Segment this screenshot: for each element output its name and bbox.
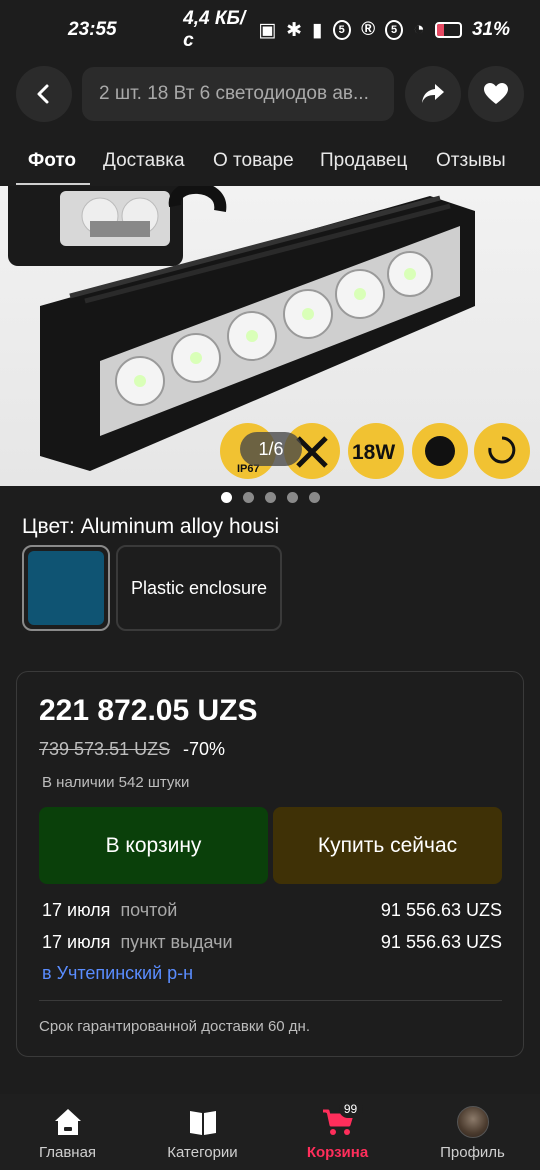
tab-about[interactable]: О товаре [213,150,294,172]
tab-delivery[interactable]: Доставка [103,150,185,172]
sim-5-alt-icon: 5 [384,20,404,40]
nfc-icon: ▣ [258,19,277,41]
nav-profile[interactable]: Профиль [405,1094,540,1170]
sim-5-icon: 5 [332,20,351,40]
color-swatch [28,551,104,625]
divider [39,1000,502,1001]
back-button[interactable] [16,66,72,122]
status-icons: 4,4 КБ/с ▣ ✱ ▮ 5 ® 5 ◔ 31% [183,8,510,52]
nav-home[interactable]: Главная [0,1094,135,1170]
color-option-label: Plastic enclosure [130,577,268,598]
status-bar: 23:55 4,4 КБ/с ▣ ✱ ▮ 5 ® 5 ◔ 31% [0,0,540,60]
cart-count-badge: 99 [338,1100,363,1118]
shipping-cost: 91 556.63 UZS [380,932,502,952]
nav-label: Профиль [440,1144,505,1161]
shipping-method: почтой [120,900,178,920]
nav-cart[interactable]: 99 Корзина [270,1094,405,1170]
tab-reviews[interactable]: Отзывы [436,150,506,172]
share-icon [422,84,444,103]
status-time: 23:55 [68,19,117,40]
shipping-date: 17 июля [42,932,111,952]
gallery-dot[interactable] [242,492,254,503]
stock-info: В наличии 542 штуки [42,774,190,791]
signal-icon: ▮ [312,19,323,41]
network-speed: 4,4 КБ/с [183,8,246,51]
heart-icon [484,83,508,104]
shipping-cost: 91 556.63 UZS [380,900,502,920]
buy-now-button[interactable]: Купить сейчас [273,807,502,884]
shipping-option[interactable]: 17 июля почтой 91 556.63 UZS [42,900,502,921]
old-price: 739 573.51 UZS [39,739,171,759]
battery-percent: 31% [471,19,511,40]
favorite-button[interactable] [468,66,524,122]
shipping-option[interactable]: 17 июля пункт выдачи 91 556.63 UZS [42,932,502,953]
nav-label: Главная [38,1144,97,1161]
tab-seller[interactable]: Продавец [320,150,407,172]
color-option-aluminum[interactable] [22,545,110,631]
gallery-dots [0,492,540,503]
delivery-location-link[interactable]: в Учтепинский р-н [42,963,193,984]
registered-icon: ® [360,19,375,40]
avatar [456,1106,489,1138]
gallery-dot[interactable] [264,492,276,503]
nav-label: Категории [167,1144,238,1161]
tab-photo[interactable]: Фото [28,150,76,172]
top-bar: 2 шт. 18 Вт 6 светодиодов ав... [0,66,540,122]
section-tabs: Фото Доставка О товаре Продавец Отзывы [0,138,540,186]
gallery-dot[interactable] [286,492,298,503]
color-label: Цвет: Aluminum alloy housi [22,515,280,538]
active-tab-indicator [16,183,90,185]
add-to-cart-button[interactable]: В корзину [39,807,268,884]
svg-text:18W: 18W [352,441,395,464]
nav-label: Корзина [306,1144,369,1161]
gallery-dot[interactable] [308,492,320,503]
share-button[interactable] [405,66,461,122]
home-icon [54,1109,81,1135]
shipping-date: 17 июля [42,900,111,920]
chevron-left-icon [37,84,49,104]
color-option-plastic[interactable]: Plastic enclosure [116,545,282,631]
wifi-icon: ◔ [413,19,425,40]
photo-counter: 1/6 [240,432,302,466]
search-field[interactable]: 2 шт. 18 Вт 6 светодиодов ав... [82,67,394,121]
nav-categories[interactable]: Категории [135,1094,270,1170]
discount-badge: -70% [183,739,226,759]
bottom-nav: Главная Категории 99 Корзина Профиль [0,1094,540,1170]
shipping-method: пункт выдачи [120,932,233,952]
gallery-dot[interactable] [220,492,232,503]
guarantee-text: Срок гарантированной доставки 60 дн. [39,1018,311,1035]
bluetooth-icon: ✱ [286,19,303,41]
current-price: 221 872.05 UZS [39,694,258,727]
search-text: 2 шт. 18 Вт 6 светодиодов ав... [99,83,369,104]
catalog-icon [189,1111,216,1135]
product-photo[interactable]: IP67 18W 1/6 [0,186,540,486]
offer-card: 221 872.05 UZS 739 573.51 UZS -70% В нал… [16,671,524,1057]
battery-icon [434,22,462,38]
